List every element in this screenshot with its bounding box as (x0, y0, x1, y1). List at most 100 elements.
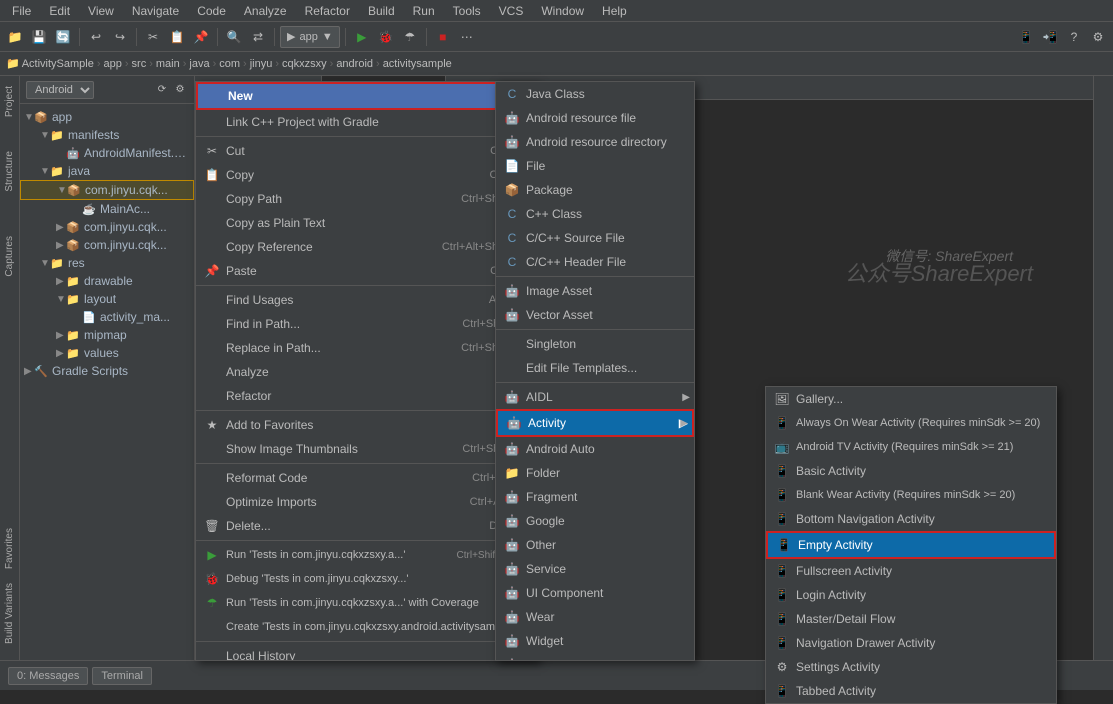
activity-fullscreen[interactable]: 📱 Fullscreen Activity (766, 559, 1056, 583)
menu-item-analyze[interactable]: Analyze (196, 360, 537, 384)
menu-file[interactable]: File (4, 2, 39, 20)
tree-gradle-scripts[interactable]: ▶ 🔨 Gradle Scripts (20, 362, 194, 380)
breadcrumb-src[interactable]: src (132, 58, 147, 70)
new-google[interactable]: 🤖 Google (496, 509, 694, 533)
toolbar-open[interactable]: 📁 (4, 26, 26, 48)
new-widget[interactable]: 🤖 Widget (496, 629, 694, 653)
activity-android-tv[interactable]: 📺 Android TV Activity (Requires minSdk >… (766, 435, 1056, 459)
menu-help[interactable]: Help (594, 2, 635, 20)
menu-item-create-tests[interactable]: Create 'Tests in com.jinyu.cqkxzsxy.andr… (196, 615, 537, 639)
toolbar-undo[interactable]: ↩ (85, 26, 107, 48)
breadcrumb-android[interactable]: android (336, 58, 373, 70)
menu-run[interactable]: Run (405, 2, 443, 20)
activity-settings[interactable]: ⚙ Settings Activity (766, 655, 1056, 679)
new-android-resource-dir[interactable]: 🤖 Android resource directory (496, 130, 694, 154)
menu-item-run-tests[interactable]: ▶ Run 'Tests in com.jinyu.cqkxzsxy.a...'… (196, 543, 537, 567)
new-cpp-source[interactable]: C C/C++ Source File (496, 226, 694, 250)
activity-gallery[interactable]: 🖼 Gallery... (766, 387, 1056, 411)
sidebar-view-selector[interactable]: Android Project (26, 81, 94, 99)
menu-item-copy-path[interactable]: Copy Path Ctrl+Shift+C (196, 187, 537, 211)
menu-item-link-cpp[interactable]: Link C++ Project with Gradle (196, 110, 537, 134)
breadcrumb-activitysample2[interactable]: activitysample (383, 58, 452, 70)
menu-item-optimize-imports[interactable]: Optimize Imports Ctrl+Alt+O (196, 490, 537, 514)
menu-window[interactable]: Window (533, 2, 592, 20)
tree-layout[interactable]: ▼ 📁 layout (20, 290, 194, 308)
menu-item-show-thumbnails[interactable]: Show Image Thumbnails Ctrl+Shift+T (196, 437, 537, 461)
new-service[interactable]: 🤖 Service (496, 557, 694, 581)
breadcrumb-cqkxzsxy[interactable]: cqkxzsxy (282, 58, 327, 70)
menu-tools[interactable]: Tools (445, 2, 489, 20)
menu-item-run-coverage[interactable]: ☂ Run 'Tests in com.jinyu.cqkxzsxy.a...'… (196, 591, 537, 615)
toolbar-cut[interactable]: ✂ (142, 26, 164, 48)
new-android-auto[interactable]: 🤖 Android Auto (496, 437, 694, 461)
menu-view[interactable]: View (80, 2, 122, 20)
new-cpp-header[interactable]: C C/C++ Header File (496, 250, 694, 274)
activity-basic[interactable]: 📱 Basic Activity (766, 459, 1056, 483)
tree-package-test2[interactable]: ▶ 📦 com.jinyu.cqk... (20, 236, 194, 254)
new-fragment[interactable]: 🤖 Fragment (496, 485, 694, 509)
toolbar-more[interactable]: ⋯ (456, 26, 478, 48)
toolbar-run-btn[interactable]: ▶ (351, 26, 373, 48)
menu-edit[interactable]: Edit (41, 2, 78, 20)
breadcrumb-main[interactable]: main (156, 58, 180, 70)
new-edit-templates[interactable]: Edit File Templates... (496, 356, 694, 380)
vtab-build-variants[interactable]: Build Variants (2, 577, 17, 650)
vtab-favorites[interactable]: Favorites (2, 522, 17, 575)
new-other[interactable]: 🤖 Other (496, 533, 694, 557)
new-android-resource-file[interactable]: 🤖 Android resource file (496, 106, 694, 130)
new-package[interactable]: 📦 Package (496, 178, 694, 202)
breadcrumb-app[interactable]: app (104, 58, 122, 70)
tree-res[interactable]: ▼ 📁 res (20, 254, 194, 272)
toolbar-paste[interactable]: 📌 (190, 26, 212, 48)
menu-item-copy-plain[interactable]: Copy as Plain Text (196, 211, 537, 235)
vtab-captures[interactable]: Captures (2, 230, 17, 283)
activity-tabbed[interactable]: 📱 Tabbed Activity (766, 679, 1056, 703)
sidebar-settings-btn[interactable]: ⚙ (172, 82, 188, 98)
toolbar-find[interactable]: 🔍 (223, 26, 245, 48)
activity-always-on-wear[interactable]: 📱 Always On Wear Activity (Requires minS… (766, 411, 1056, 435)
new-aidl[interactable]: 🤖 AIDL (496, 385, 694, 409)
toolbar-sync[interactable]: 🔄 (52, 26, 74, 48)
breadcrumb-activitysample[interactable]: 📁 ActivitySample (6, 57, 94, 70)
tree-values[interactable]: ▶ 📁 values (20, 344, 194, 362)
toolbar-help2[interactable]: ? (1063, 26, 1085, 48)
tree-drawable[interactable]: ▶ 📁 drawable (20, 272, 194, 290)
menu-item-local-history[interactable]: Local History (196, 644, 537, 661)
menu-item-refactor[interactable]: Refactor (196, 384, 537, 408)
tab-terminal[interactable]: Terminal (92, 667, 152, 685)
toolbar-coverage-btn[interactable]: ☂ (399, 26, 421, 48)
new-java-class[interactable]: C Java Class (496, 82, 694, 106)
tree-app[interactable]: ▼ 📦 app (20, 108, 194, 126)
toolbar-sdk[interactable]: 📱 (1015, 26, 1037, 48)
new-file[interactable]: 📄 File (496, 154, 694, 178)
menu-refactor[interactable]: Refactor (297, 2, 358, 20)
menu-item-paste[interactable]: 📌 Paste Ctrl+V (196, 259, 537, 283)
breadcrumb-jinyu[interactable]: jinyu (250, 58, 273, 70)
menu-item-new[interactable]: New ▶ (196, 82, 537, 110)
menu-item-debug-tests[interactable]: 🐞 Debug 'Tests in com.jinyu.cqkxzsxy...' (196, 567, 537, 591)
tree-package-main[interactable]: ▼ 📦 com.jinyu.cqk... (20, 180, 194, 200)
menu-item-copy-ref[interactable]: Copy Reference Ctrl+Alt+Shift+C (196, 235, 537, 259)
tree-java[interactable]: ▼ 📁 java (20, 162, 194, 180)
new-wear[interactable]: 🤖 Wear (496, 605, 694, 629)
new-vector-asset[interactable]: 🤖 Vector Asset (496, 303, 694, 327)
toolbar-replace[interactable]: ⇄ (247, 26, 269, 48)
tree-mipmap[interactable]: ▶ 📁 mipmap (20, 326, 194, 344)
sidebar-sync-btn[interactable]: ⟳ (154, 82, 170, 98)
new-xml[interactable]: 🤖 XML (496, 653, 694, 661)
tree-androidmanifest[interactable]: 🤖 AndroidManifest.xml (20, 144, 194, 162)
menu-vcs[interactable]: VCS (491, 2, 532, 20)
menu-item-find-usages[interactable]: Find Usages Alt+F7 (196, 288, 537, 312)
tab-messages[interactable]: 0: Messages (8, 667, 88, 685)
activity-empty[interactable]: 📱 Empty Activity (766, 531, 1056, 559)
activity-bottom-nav[interactable]: 📱 Bottom Navigation Activity (766, 507, 1056, 531)
breadcrumb-java[interactable]: java (189, 58, 209, 70)
activity-master-detail[interactable]: 📱 Master/Detail Flow (766, 607, 1056, 631)
toolbar-settings[interactable]: ⚙ (1087, 26, 1109, 48)
new-folder[interactable]: 📁 Folder (496, 461, 694, 485)
vtab-structure[interactable]: Structure (2, 145, 17, 198)
tree-activity-main-xml[interactable]: 📄 activity_ma... (20, 308, 194, 326)
tree-manifests[interactable]: ▼ 📁 manifests (20, 126, 194, 144)
toolbar-debug-btn[interactable]: 🐞 (375, 26, 397, 48)
breadcrumb-com[interactable]: com (219, 58, 240, 70)
